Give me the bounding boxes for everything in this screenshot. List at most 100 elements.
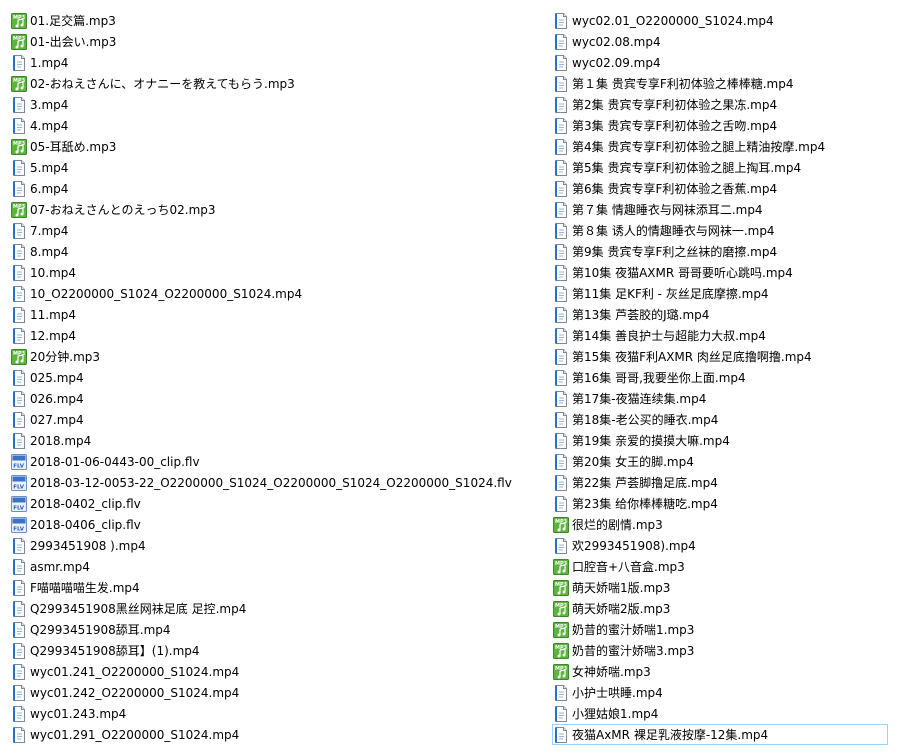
file-item[interactable]: 第23集 给你棒棒糖吃.mp4	[552, 493, 902, 514]
file-item[interactable]: Q2993451908黑丝网袜足底 足控.mp4	[10, 598, 530, 619]
mp4-file-icon	[11, 285, 27, 302]
file-item[interactable]: FLV 2018-01-06-0443-00_clip.flv	[10, 451, 530, 472]
file-name: 01-出会い.mp3	[30, 34, 117, 49]
file-name: asmr.mp4	[30, 559, 90, 574]
file-item[interactable]: FLV 2018-03-12-0053-22_O2200000_S1024_O2…	[10, 472, 530, 493]
mp4-file-icon	[553, 180, 569, 197]
file-item[interactable]: MP3 05-耳舐め.mp3	[10, 136, 530, 157]
svg-text:FLV: FLV	[13, 526, 25, 532]
mp4-file-icon	[11, 579, 27, 596]
file-item[interactable]: 12.mp4	[10, 325, 530, 346]
file-item[interactable]: asmr.mp4	[10, 556, 530, 577]
file-item[interactable]: 第10集 夜猫AXMR 哥哥要听心跳吗.mp4	[552, 262, 902, 283]
file-item[interactable]: 026.mp4	[10, 388, 530, 409]
file-name: 夜猫AxMR 裸足乳液按摩-12集.mp4	[572, 727, 769, 742]
file-item[interactable]: MP3 女神娇喘.mp3	[552, 661, 902, 682]
file-item[interactable]: 第15集 夜猫F利AXMR 肉丝足底撸啊撸.mp4	[552, 346, 902, 367]
file-item[interactable]: 第9集 贵宾专享F利之丝袜的磨擦.mp4	[552, 241, 902, 262]
file-item[interactable]: F喵喵喵喵生发.mp4	[10, 577, 530, 598]
file-item[interactable]: 2993451908 ).mp4	[10, 535, 530, 556]
file-item[interactable]: Q2993451908舔耳】(1).mp4	[10, 640, 530, 661]
file-item[interactable]: 第７集 情趣睡衣与网袜添耳二.mp4	[552, 199, 902, 220]
file-item[interactable]: wyc01.243.mp4	[10, 703, 530, 724]
mp4-file-icon	[553, 453, 569, 470]
file-item[interactable]: MP3 很烂的剧情.mp3	[552, 514, 902, 535]
file-item[interactable]: wyc01.291_O2200000_S1024.mp4	[10, 724, 530, 745]
file-item[interactable]: 027.mp4	[10, 409, 530, 430]
file-item[interactable]: 第6集 贵宾专享F利初体验之香蕉.mp4	[552, 178, 902, 199]
mp3-file-icon: MP3	[553, 621, 569, 638]
file-item[interactable]: FLV 2018-0406_clip.flv	[10, 514, 530, 535]
file-item[interactable]: 第17集-夜猫连续集.mp4	[552, 388, 902, 409]
file-item[interactable]: MP3 萌天娇喘1版.mp3	[552, 577, 902, 598]
file-item[interactable]: 第13集 芦荟胶的J璐.mp4	[552, 304, 902, 325]
flv-file-icon: FLV	[11, 453, 27, 470]
file-item[interactable]: 2018.mp4	[10, 430, 530, 451]
file-item[interactable]: wyc02.09.mp4	[552, 52, 902, 73]
file-item[interactable]: 第22集 芦荟脚撸足底.mp4	[552, 472, 902, 493]
file-item[interactable]: 10.mp4	[10, 262, 530, 283]
file-item[interactable]: wyc02.01_O2200000_S1024.mp4	[552, 10, 902, 31]
file-item[interactable]: 11.mp4	[10, 304, 530, 325]
file-item[interactable]: 第2集 贵宾专享F利初体验之果冻.mp4	[552, 94, 902, 115]
file-item[interactable]: MP3 奶昔的蜜汁娇喘1.mp3	[552, 619, 902, 640]
file-item[interactable]: 欢2993451908).mp4	[552, 535, 902, 556]
mp3-file-icon: MP3	[11, 12, 27, 29]
file-name: 10_O2200000_S1024_O2200000_S1024.mp4	[30, 286, 303, 301]
file-item[interactable]: MP3 萌天娇喘2版.mp3	[552, 598, 902, 619]
file-item[interactable]: 第19集 亲爱的摸摸大嘛.mp4	[552, 430, 902, 451]
svg-text:FLV: FLV	[13, 505, 25, 511]
mp4-file-icon	[553, 327, 569, 344]
file-item[interactable]: 小狸姑娘1.mp4	[552, 703, 902, 724]
file-item[interactable]: wyc02.08.mp4	[552, 31, 902, 52]
file-item[interactable]: 7.mp4	[10, 220, 530, 241]
file-item[interactable]: 6.mp4	[10, 178, 530, 199]
file-name: wyc02.08.mp4	[572, 34, 661, 49]
mp4-file-icon	[553, 348, 569, 365]
file-item[interactable]: FLV 2018-0402_clip.flv	[10, 493, 530, 514]
file-item[interactable]: 夜猫AxMR 裸足乳液按摩-12集.mp4	[552, 724, 888, 745]
file-item[interactable]: MP3 奶昔的蜜汁娇喘3.mp3	[552, 640, 902, 661]
file-name: 第８集 诱人的情趣睡衣与网袜一.mp4	[572, 223, 775, 238]
file-item[interactable]: MP3 01-出会い.mp3	[10, 31, 530, 52]
file-item[interactable]: MP3 20分钟.mp3	[10, 346, 530, 367]
file-name: Q2993451908黑丝网袜足底 足控.mp4	[30, 601, 247, 616]
file-item[interactable]: 第８集 诱人的情趣睡衣与网袜一.mp4	[552, 220, 902, 241]
file-item[interactable]: 第5集 贵宾专享F利初体验之腿上掏耳.mp4	[552, 157, 902, 178]
mp4-file-icon	[11, 243, 27, 260]
file-item[interactable]: 5.mp4	[10, 157, 530, 178]
file-item[interactable]: 10_O2200000_S1024_O2200000_S1024.mp4	[10, 283, 530, 304]
file-item[interactable]: wyc01.241_O2200000_S1024.mp4	[10, 661, 530, 682]
mp3-file-icon: MP3	[553, 600, 569, 617]
mp3-file-icon: MP3	[11, 348, 27, 365]
file-item[interactable]: MP3 01.足交篇.mp3	[10, 10, 530, 31]
file-item[interactable]: 第4集 贵宾专享F利初体验之腿上精油按摩.mp4	[552, 136, 902, 157]
file-name: wyc01.243.mp4	[30, 706, 127, 721]
file-name: 第10集 夜猫AXMR 哥哥要听心跳吗.mp4	[572, 265, 793, 280]
file-item[interactable]: MP3 02-おねえさんに、オナニーを教えてもらう.mp3	[10, 73, 530, 94]
file-item[interactable]: 025.mp4	[10, 367, 530, 388]
file-item[interactable]: Q2993451908舔耳.mp4	[10, 619, 530, 640]
mp4-file-icon	[11, 684, 27, 701]
file-item[interactable]: wyc01.242_O2200000_S1024.mp4	[10, 682, 530, 703]
file-item[interactable]: 第20集 女王的脚.mp4	[552, 451, 902, 472]
file-item[interactable]: 第１集 贵宾专享F利初体验之棒棒糖.mp4	[552, 73, 902, 94]
file-item[interactable]: 第14集 善良护士与超能力大叔.mp4	[552, 325, 902, 346]
file-item[interactable]: MP3 07-おねえさんとのえっち02.mp3	[10, 199, 530, 220]
file-item[interactable]: 第16集 哥哥,我要坐你上面.mp4	[552, 367, 902, 388]
file-list-left-column: MP3 01.足交篇.mp3 MP3 01-出会い.mp3 1.mp4 MP3 …	[10, 10, 530, 745]
file-item[interactable]: 第18集-老公买的睡衣.mp4	[552, 409, 902, 430]
mp4-file-icon	[11, 117, 27, 134]
file-item[interactable]: 3.mp4	[10, 94, 530, 115]
file-name: 7.mp4	[30, 223, 69, 238]
file-item[interactable]: 4.mp4	[10, 115, 530, 136]
file-name: 第14集 善良护士与超能力大叔.mp4	[572, 328, 766, 343]
file-item[interactable]: 第3集 贵宾专享F利初体验之舌吻.mp4	[552, 115, 902, 136]
file-item[interactable]: 1.mp4	[10, 52, 530, 73]
file-item[interactable]: 第11集 足KF利 - 灰丝足底摩擦.mp4	[552, 283, 902, 304]
file-item[interactable]: 8.mp4	[10, 241, 530, 262]
file-name: wyc01.291_O2200000_S1024.mp4	[30, 727, 240, 742]
file-item[interactable]: 小护士哄睡.mp4	[552, 682, 902, 703]
file-item[interactable]: MP3 口腔音+八音盒.mp3	[552, 556, 902, 577]
mp4-file-icon	[11, 159, 27, 176]
